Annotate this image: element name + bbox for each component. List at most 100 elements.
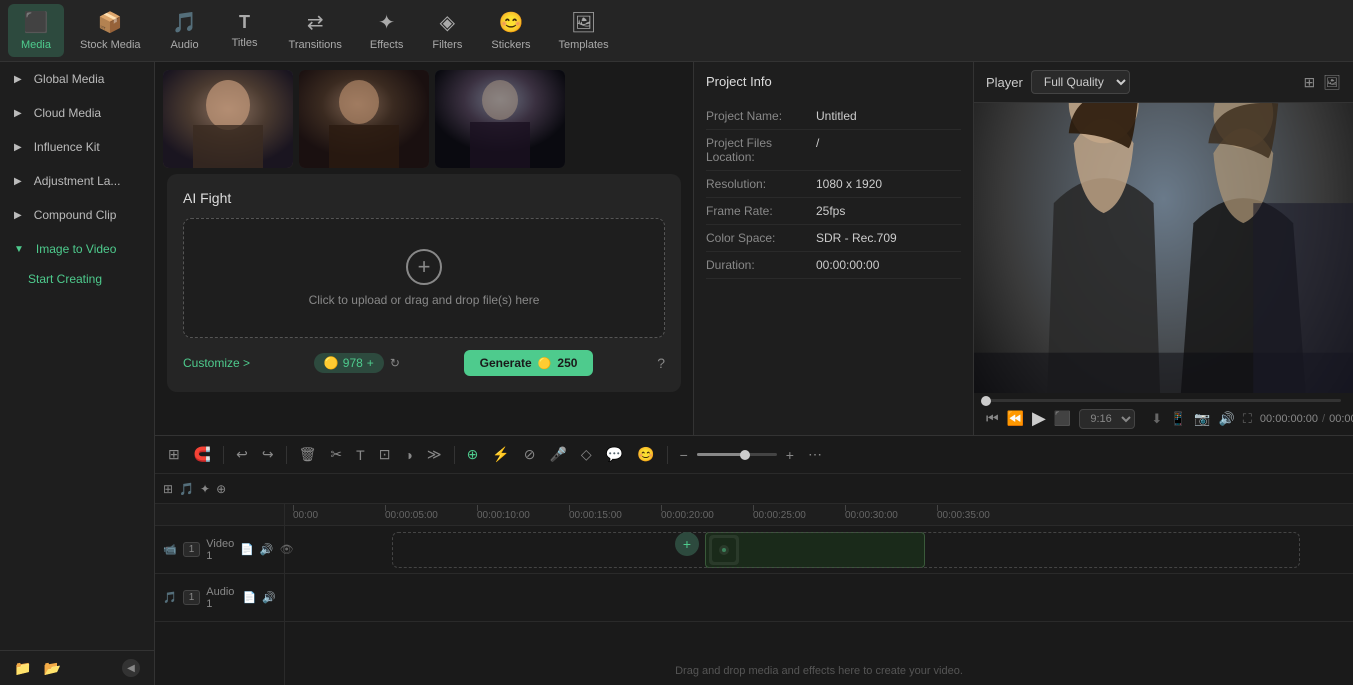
- device-icon[interactable]: 📱: [1170, 411, 1186, 427]
- current-time: 00:00:00:00: [1260, 413, 1318, 425]
- zoom-in-button[interactable]: +: [781, 444, 799, 466]
- generate-button[interactable]: Generate 🟡 250: [464, 350, 594, 376]
- media-thumb-2[interactable]: [299, 70, 429, 168]
- timeline-tracks: +: [285, 526, 1353, 622]
- timeline-add-row: ⊞ 🎵 ✦ ⊕: [155, 474, 1353, 504]
- sidebar-item-compound-clip[interactable]: ▶ Compound Clip: [0, 198, 154, 232]
- magnet-button[interactable]: 🧲: [189, 443, 216, 466]
- media-thumb-3[interactable]: [435, 70, 565, 168]
- sidebar-item-image-to-video[interactable]: ▼ Image to Video: [0, 232, 154, 266]
- mask-button[interactable]: ◑: [399, 444, 417, 466]
- nav-item-filters[interactable]: ◈ Filters: [419, 4, 475, 57]
- progress-bar[interactable]: [986, 399, 1341, 402]
- nav-item-transitions[interactable]: ⇄ Transitions: [277, 4, 354, 57]
- redo-button[interactable]: ↪: [257, 443, 279, 466]
- audio-track-label: Audio 1: [206, 586, 236, 610]
- refresh-icon[interactable]: ↻: [390, 356, 400, 370]
- export-icon[interactable]: ⬇: [1151, 411, 1162, 427]
- add-clip-button[interactable]: +: [675, 532, 699, 556]
- ai-panel: AI Fight + Click to upload or drag and d…: [167, 174, 681, 392]
- more-button-1[interactable]: ≫: [422, 443, 447, 466]
- volume-icon[interactable]: 🔊: [1219, 411, 1235, 427]
- add-special-button[interactable]: ⊕: [216, 482, 226, 496]
- stop-button[interactable]: ⬛: [1054, 410, 1071, 427]
- credits-add-button[interactable]: +: [367, 356, 374, 370]
- chevron-icon: ▶: [14, 108, 22, 119]
- nav-item-templates[interactable]: 🖼 Templates: [546, 4, 620, 57]
- camera-icon[interactable]: 📷: [1194, 411, 1210, 427]
- audio-track: [285, 574, 1353, 622]
- undo-button[interactable]: ↩: [231, 443, 253, 466]
- quality-select[interactable]: Full Quality: [1031, 70, 1130, 94]
- media-content-area: AI Fight + Click to upload or drag and d…: [155, 62, 693, 435]
- ruler-mark-5: 00:00:25:00: [753, 510, 806, 521]
- sidebar-item-global-media[interactable]: ▶ Global Media: [0, 62, 154, 96]
- voice-button[interactable]: 🎤: [544, 443, 571, 466]
- sidebar-bottom: 📁 📂 ◀: [0, 650, 154, 685]
- time-display: 00:00:00:00 / 00:00:02:00: [1260, 413, 1353, 425]
- aspect-ratio-select[interactable]: 9:16: [1079, 409, 1135, 429]
- cut-button[interactable]: ✂: [325, 443, 347, 466]
- progress-thumb: [981, 396, 991, 406]
- text-button[interactable]: T: [351, 444, 370, 466]
- upload-area[interactable]: + Click to upload or drag and drop file(…: [183, 218, 665, 338]
- effects-icon: ✦: [378, 10, 395, 35]
- detach-button[interactable]: ⊘: [519, 443, 541, 466]
- keyframe-button[interactable]: ◇: [576, 443, 597, 466]
- sticker-button[interactable]: 😊: [632, 443, 659, 466]
- nav-item-stock-media[interactable]: 📦 Stock Media: [68, 4, 153, 57]
- help-icon[interactable]: ?: [657, 355, 665, 371]
- caption-button[interactable]: 💬: [601, 443, 628, 466]
- sidebar-sub-start-creating[interactable]: Start Creating: [0, 266, 154, 292]
- zoom-slider[interactable]: [697, 453, 777, 456]
- play-button[interactable]: ▶: [1032, 408, 1046, 429]
- nav-item-effects[interactable]: ✦ Effects: [358, 4, 415, 57]
- add-video-track-button[interactable]: ⊞: [163, 482, 173, 496]
- add-audio-track-button[interactable]: 🎵: [179, 482, 194, 496]
- customize-button[interactable]: Customize >: [183, 356, 250, 370]
- sidebar-label-compound-clip: Compound Clip: [34, 208, 117, 222]
- nav-item-audio[interactable]: 🎵 Audio: [157, 4, 213, 57]
- grid-view-icon[interactable]: ⊞: [1303, 74, 1315, 91]
- timeline-area: 📹 1 Video 1 📄 🔊 👁 🎵 1 Audio 1 📄 🔊: [155, 504, 1353, 685]
- transitions-icon: ⇄: [307, 10, 324, 35]
- audio-volume-icon[interactable]: 🔊: [262, 591, 276, 604]
- player-video: [974, 103, 1353, 393]
- sidebar-item-adjustment-la[interactable]: ▶ Adjustment La...: [0, 164, 154, 198]
- import-icon[interactable]: 📂: [43, 660, 60, 677]
- more-button-2[interactable]: ⋯: [803, 443, 827, 466]
- skip-back-button[interactable]: ⏮: [986, 410, 999, 427]
- thumb-image-2: [299, 70, 429, 168]
- greenscreen-button[interactable]: ⊕: [462, 443, 484, 466]
- video-volume-icon[interactable]: 🔊: [260, 543, 274, 556]
- chevron-icon: ▶: [14, 176, 22, 187]
- zoom-out-button[interactable]: −: [675, 444, 693, 466]
- grid-layout-button[interactable]: ⊞: [163, 443, 185, 466]
- timeline-toolbar: ⊞ 🧲 ↩ ↪ 🗑 ✂ T ⊡ ◑ ≫ ⊕ ⚡ ⊘ 🎤 ◇ 💬 😊: [155, 436, 1353, 474]
- new-folder-icon[interactable]: 📁: [14, 660, 31, 677]
- sidebar-item-influence-kit[interactable]: ▶ Influence Kit: [0, 130, 154, 164]
- sidebar-collapse-button[interactable]: ◀: [122, 659, 140, 677]
- crop-button[interactable]: ⊡: [374, 443, 396, 466]
- media-thumb-1[interactable]: [163, 70, 293, 168]
- add-fx-button[interactable]: ✦: [200, 482, 210, 496]
- fullscreen-icon[interactable]: ⛶: [1243, 411, 1252, 427]
- ruler-tick-5: [753, 505, 754, 511]
- nav-item-media[interactable]: ⬛ Media: [8, 4, 64, 57]
- info-value-name: Untitled: [816, 109, 857, 123]
- ai-cut-button[interactable]: ⚡: [487, 443, 514, 466]
- credits-area: 🟡 978 + ↻: [314, 353, 400, 373]
- ruler-tick-1: [385, 505, 386, 511]
- zoom-slider-thumb: [740, 450, 750, 460]
- track-label-video1: 📹 1 Video 1 📄 🔊 👁: [155, 526, 284, 574]
- snapshot-icon[interactable]: 🖼: [1323, 74, 1341, 91]
- project-info-title: Project Info: [706, 74, 961, 89]
- nav-item-titles[interactable]: T Titles: [217, 6, 273, 55]
- ruler-tick-4: [661, 505, 662, 511]
- delete-button[interactable]: 🗑: [294, 443, 322, 466]
- toolbar-divider-3: [454, 446, 455, 464]
- nav-item-stickers[interactable]: 😊 Stickers: [479, 4, 542, 57]
- credits-value: 978: [343, 356, 363, 370]
- sidebar-item-cloud-media[interactable]: ▶ Cloud Media: [0, 96, 154, 130]
- frame-back-button[interactable]: ⏪: [1007, 410, 1024, 427]
